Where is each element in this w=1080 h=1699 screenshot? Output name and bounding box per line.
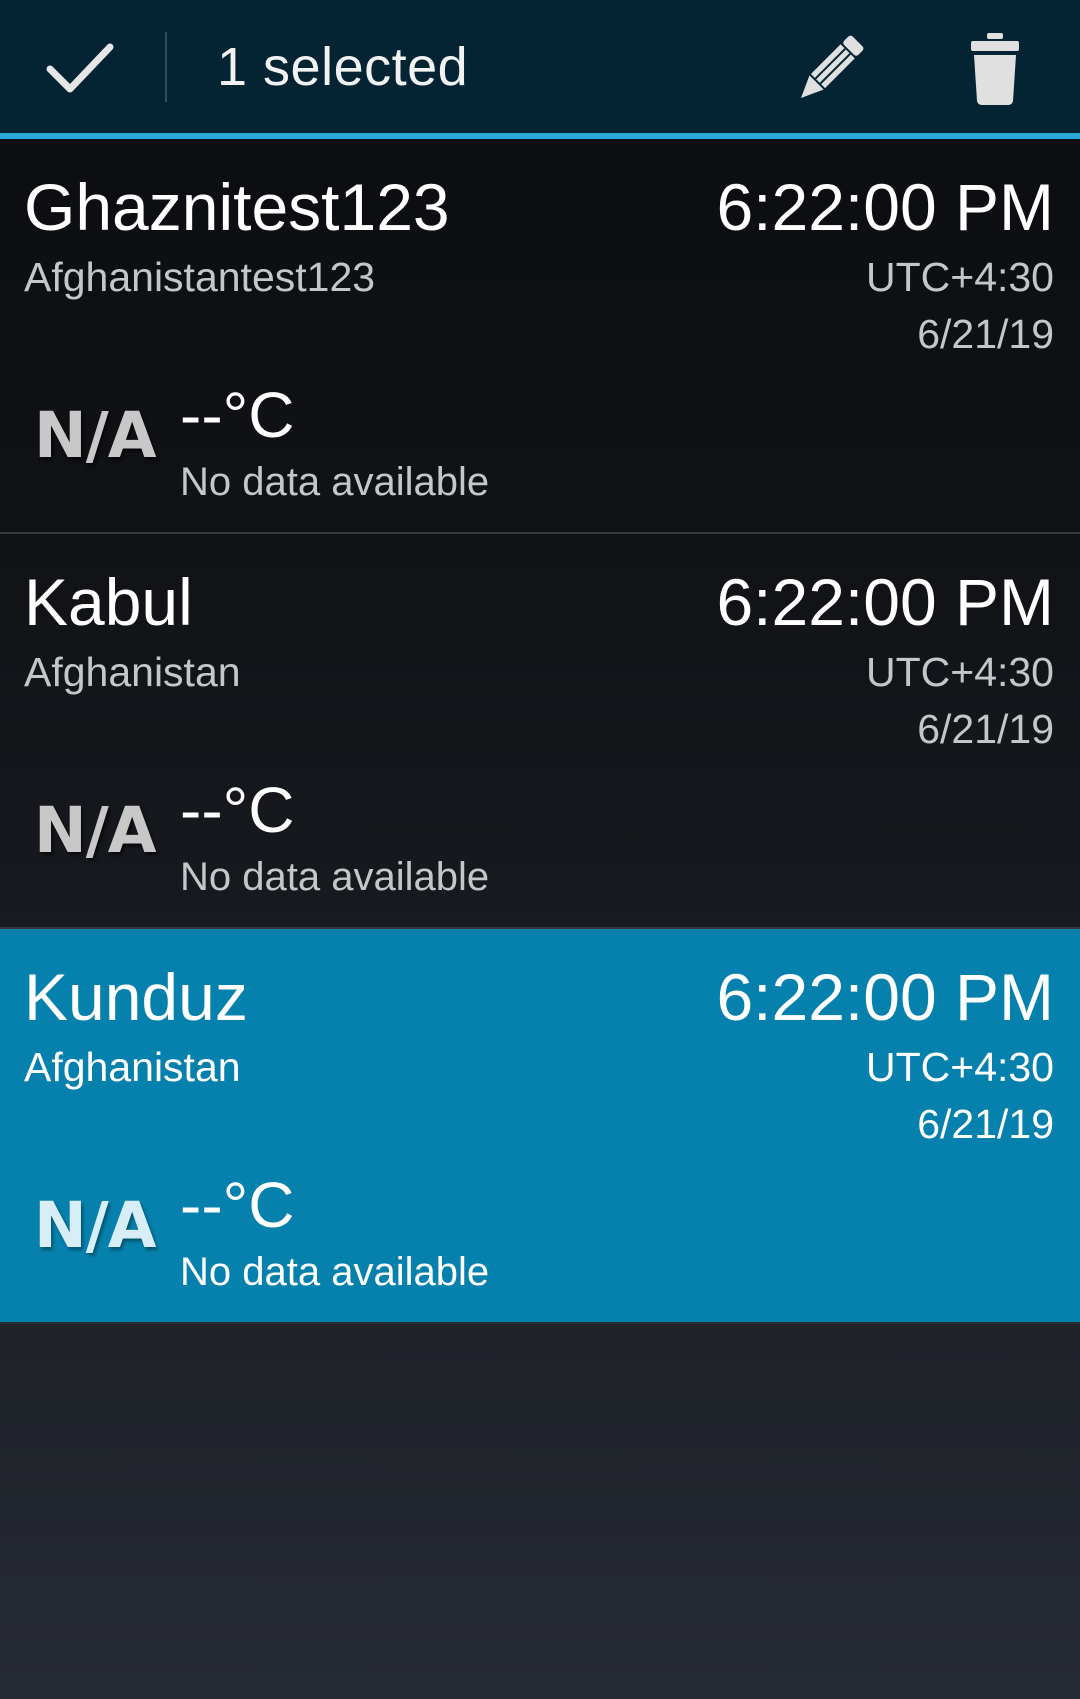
utc-offset: UTC+4:30 (865, 649, 1054, 695)
weather-status: No data available (180, 460, 490, 504)
utc-offset: UTC+4:30 (865, 1044, 1054, 1090)
city-list: Ghaznitest123 Afghanistantest123 6:22:00… (0, 139, 1080, 1324)
country-name: Afghanistan (24, 649, 241, 695)
contextual-action-bar: 1 selected (0, 0, 1080, 133)
weather-status: No data available (180, 855, 490, 899)
temperature: --°C (180, 1169, 295, 1241)
done-button[interactable] (0, 0, 160, 133)
delete-button[interactable] (940, 14, 1050, 124)
city-list-item[interactable]: Ghaznitest123 Afghanistantest123 6:22:00… (0, 139, 1080, 534)
city-name: Kabul (24, 565, 193, 639)
local-time: 6:22:00 PM (716, 170, 1054, 244)
city-name: Ghaznitest123 (24, 170, 450, 244)
utc-offset: UTC+4:30 (865, 254, 1054, 300)
local-time: 6:22:00 PM (716, 565, 1054, 639)
edit-button[interactable] (770, 14, 890, 124)
temperature: --°C (180, 774, 295, 846)
local-date: 6/21/19 (917, 311, 1054, 357)
country-name: Afghanistan (24, 1044, 241, 1090)
city-list-item[interactable]: Kabul Afghanistan 6:22:00 PM UTC+4:30 6/… (0, 534, 1080, 929)
local-time: 6:22:00 PM (716, 960, 1054, 1034)
weather-status: No data available (180, 1250, 490, 1294)
checkmark-icon (46, 43, 114, 92)
temperature: --°C (180, 379, 295, 451)
weather-unavailable-icon: N/A (34, 794, 156, 867)
city-list-item-selected[interactable]: Kunduz Afghanistan 6:22:00 PM UTC+4:30 6… (0, 929, 1080, 1324)
weather-unavailable-icon: N/A (34, 1189, 156, 1262)
city-name: Kunduz (24, 960, 248, 1034)
local-date: 6/21/19 (917, 706, 1054, 752)
pencil-icon (801, 35, 864, 98)
selection-count: 1 selected (217, 37, 469, 97)
weather-unavailable-icon: N/A (34, 399, 156, 472)
country-name: Afghanistantest123 (24, 254, 376, 300)
local-date: 6/21/19 (917, 1101, 1054, 1147)
trash-icon (971, 33, 1019, 105)
divider (165, 32, 167, 102)
